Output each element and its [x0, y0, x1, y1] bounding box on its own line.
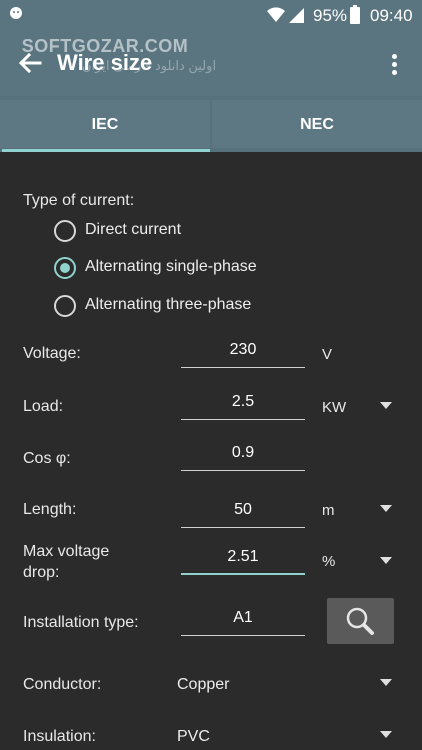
android-notification-icon: [8, 5, 24, 24]
tab-indicator: [2, 149, 210, 152]
insulation-select[interactable]: PVC: [177, 728, 210, 746]
max-voltage-drop-label: Max voltage: [23, 543, 110, 560]
battery-percent: 95%: [313, 6, 348, 25]
current-type-label: Type of current:: [23, 192, 135, 209]
load-label: Load:: [23, 398, 64, 415]
max-voltage-drop-input[interactable]: 2.51: [181, 539, 305, 575]
search-icon: [346, 607, 374, 635]
voltage-label: Voltage:: [23, 345, 81, 362]
radio-label: Alternating single-phase: [85, 258, 257, 275]
radio-button[interactable]: [54, 220, 76, 242]
wifi-icon: [266, 6, 286, 29]
cos-phi-input[interactable]: 0.9: [181, 435, 305, 471]
chevron-down-icon[interactable]: [380, 679, 392, 687]
installation-search-button[interactable]: [327, 598, 394, 644]
length-label: Length:: [23, 501, 77, 518]
conductor-label: Conductor:: [23, 676, 102, 693]
max-voltage-drop-label-line2: drop:: [23, 564, 60, 581]
radio-label: Alternating three-phase: [85, 296, 252, 313]
load-input[interactable]: 2.5: [181, 384, 305, 420]
voltage-unit: V: [322, 346, 333, 363]
installation-type-label: Installation type:: [23, 614, 139, 631]
dots-vertical-icon: [392, 54, 397, 59]
tab-iec[interactable]: IEC: [0, 100, 210, 148]
conductor-select[interactable]: Copper: [177, 676, 229, 694]
cos-phi-label: Cos φ:: [23, 450, 71, 467]
radio-button-checked[interactable]: [54, 257, 76, 279]
radio-label: Direct current: [85, 221, 182, 238]
standard-tabs: IEC NEC: [0, 96, 422, 152]
voltage-drop-unit-select[interactable]: %: [322, 553, 335, 570]
watermark-subtext: اولین دانلود فارسی ایران: [82, 58, 217, 73]
length-input[interactable]: 50: [181, 492, 305, 528]
status-bar: 95% 09:40: [0, 0, 422, 32]
signal-icon: [287, 6, 305, 29]
more-options-button[interactable]: [382, 48, 406, 80]
tab-nec[interactable]: NEC: [212, 100, 422, 148]
battery-icon: [350, 5, 360, 24]
radio-button[interactable]: [54, 295, 76, 317]
chevron-down-icon[interactable]: [380, 402, 392, 410]
voltage-input[interactable]: 230: [181, 332, 305, 368]
chevron-down-icon[interactable]: [380, 557, 392, 565]
installation-type-input[interactable]: A1: [181, 600, 305, 636]
load-unit-select[interactable]: KW: [322, 399, 346, 416]
length-unit-select[interactable]: m: [322, 502, 335, 519]
chevron-down-icon[interactable]: [380, 731, 392, 739]
chevron-down-icon[interactable]: [380, 505, 392, 513]
clock: 09:40: [370, 6, 413, 25]
watermark: SOFTGOZAR.COM: [21, 36, 189, 56]
insulation-label: Insulation:: [23, 728, 96, 745]
